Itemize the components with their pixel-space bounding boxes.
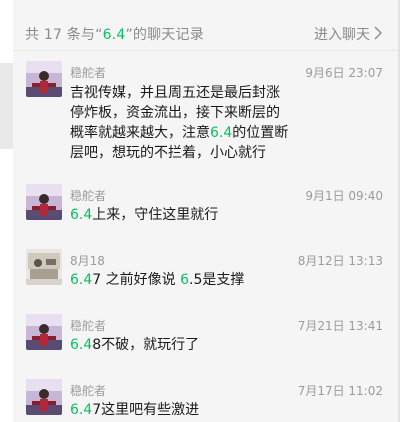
message-time: 9月1日 09:40: [305, 189, 383, 203]
sender-name: 稳舵者: [70, 189, 107, 203]
message-fragment: .5是支撑: [189, 272, 245, 288]
message-fragment: 8不破，就玩行了: [92, 337, 200, 353]
message-line: 吉视传媒，并且周五还是最后封涨: [70, 83, 310, 103]
message-text: 6.48不破，就玩行了: [70, 335, 310, 355]
avatar[interactable]: [26, 61, 62, 97]
results-header: 共 17 条与“6.4”的聊天记录 进入聊天: [13, 0, 398, 50]
keyword-highlight: 6.4: [70, 207, 93, 223]
avatar[interactable]: [26, 184, 62, 220]
sender-name: 稳舵者: [70, 384, 107, 398]
avatar-image-icon: [26, 61, 62, 97]
enter-chat-link[interactable]: 进入聊天: [314, 24, 370, 44]
message-text: 吉视传媒，并且周五还是最后封涨 停炸板，资金流出，接下来断层的 概率就越来越大，注意…: [70, 83, 310, 163]
header-divider: [13, 50, 398, 51]
sender-name: 稳舵者: [70, 66, 107, 80]
message-line: 6.47这里吧有些激进: [70, 400, 310, 420]
message-time: 7月17日 11:02: [297, 384, 383, 398]
keyword-highlight: 6.4: [70, 402, 93, 418]
chevron-right-icon[interactable]: [373, 26, 383, 40]
avatar[interactable]: [26, 379, 62, 415]
avatar[interactable]: [26, 314, 62, 350]
message-text: 6.47这里吧有些激进: [70, 400, 310, 420]
sender-name: 稳舵者: [70, 319, 107, 333]
message-line: 概率就越来越大，注意6.4的位置断: [70, 123, 310, 143]
search-results-panel: 共 17 条与“6.4”的聊天记录 进入聊天 稳舵者 9月6日 23:07 吉视…: [13, 0, 398, 422]
message-time: 7月21日 13:41: [297, 319, 383, 333]
message-fragment: 的位置断: [232, 125, 289, 141]
keyword-highlight: 6.4: [70, 272, 93, 288]
avatar-image-icon: [26, 184, 62, 220]
message-text: 6.47 之前好像说 6.5是支撑: [70, 270, 310, 290]
sender-name: 8月18: [70, 254, 105, 268]
results-title: 共 17 条与“6.4”的聊天记录: [25, 24, 204, 44]
message-fragment: 7 之前好像说: [92, 272, 181, 288]
avatar-image-icon: [26, 379, 62, 415]
message-time: 9月6日 23:07: [305, 66, 383, 80]
message-fragment: 概率就越来越大，注意: [70, 125, 210, 141]
title-suffix: ”的聊天记录: [125, 27, 204, 43]
keyword-highlight: 6: [180, 272, 189, 288]
message-text: 6.4上来，守住这里就行: [70, 205, 310, 225]
message-line: 层吧，想玩的不拦着，小心就行: [70, 143, 310, 163]
left-strip: [0, 0, 13, 422]
message-fragment: 吉视传媒，并且周五还是最后封涨: [70, 85, 280, 101]
keyword-highlight: 6.4: [210, 125, 233, 141]
message-line: 6.4上来，守住这里就行: [70, 205, 310, 225]
message-line: 6.47 之前好像说 6.5是支撑: [70, 270, 310, 290]
message-fragment: 上来，守住这里就行: [92, 207, 219, 223]
message-time: 8月12日 13:13: [297, 254, 383, 268]
message-line: 6.48不破，就玩行了: [70, 335, 310, 355]
keyword-highlight: 6.4: [70, 337, 93, 353]
message-fragment: 停炸板，资金流出，接下来断层的: [70, 105, 280, 121]
search-keyword: 6.4: [102, 27, 126, 43]
message-fragment: 层吧，想玩的不拦着，小心就行: [70, 145, 266, 161]
title-prefix: 共 17 条与“: [25, 27, 103, 43]
left-strip-highlight: [0, 63, 13, 149]
message-line: 停炸板，资金流出，接下来断层的: [70, 103, 310, 123]
avatar[interactable]: [26, 249, 62, 285]
message-fragment: 7这里吧有些激进: [92, 402, 200, 418]
avatar-image-icon: [26, 249, 62, 285]
avatar-image-icon: [26, 314, 62, 350]
